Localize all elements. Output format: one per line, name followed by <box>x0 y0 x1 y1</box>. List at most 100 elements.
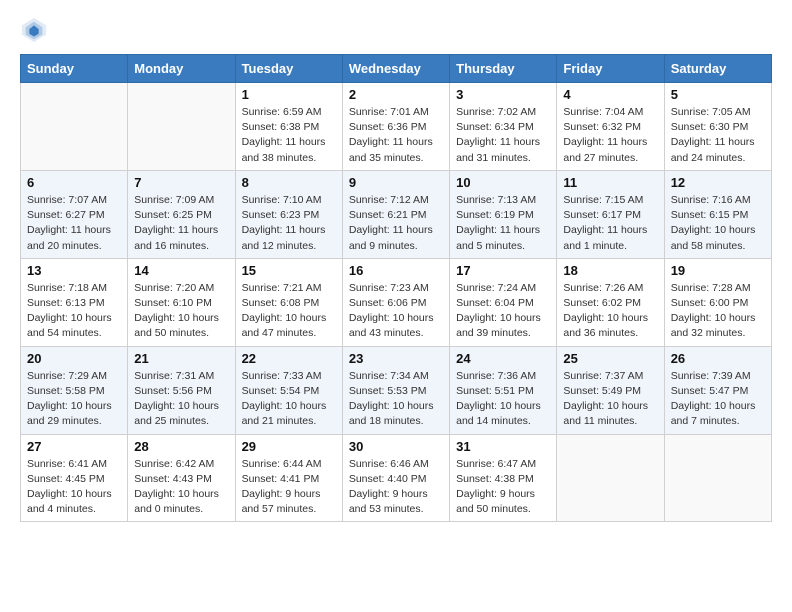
day-number: 18 <box>563 263 657 278</box>
weekday-monday: Monday <box>128 55 235 83</box>
day-info: Sunrise: 7:12 AMSunset: 6:21 PMDaylight:… <box>349 193 443 254</box>
day-info: Sunrise: 7:10 AMSunset: 6:23 PMDaylight:… <box>242 193 336 254</box>
weekday-friday: Friday <box>557 55 664 83</box>
day-number: 14 <box>134 263 228 278</box>
calendar-cell: 18 Sunrise: 7:26 AMSunset: 6:02 PMDayligh… <box>557 258 664 346</box>
day-info: Sunrise: 7:01 AMSunset: 6:36 PMDaylight:… <box>349 105 443 166</box>
week-row-1: 1 Sunrise: 6:59 AMSunset: 6:38 PMDaylight… <box>21 83 772 171</box>
day-info: Sunrise: 7:15 AMSunset: 6:17 PMDaylight:… <box>563 193 657 254</box>
day-number: 3 <box>456 87 550 102</box>
day-number: 19 <box>671 263 765 278</box>
day-number: 7 <box>134 175 228 190</box>
weekday-wednesday: Wednesday <box>342 55 449 83</box>
day-info: Sunrise: 7:28 AMSunset: 6:00 PMDaylight:… <box>671 281 765 342</box>
day-number: 21 <box>134 351 228 366</box>
weekday-thursday: Thursday <box>450 55 557 83</box>
day-info: Sunrise: 7:26 AMSunset: 6:02 PMDaylight:… <box>563 281 657 342</box>
day-number: 31 <box>456 439 550 454</box>
day-info: Sunrise: 6:41 AMSunset: 4:45 PMDaylight:… <box>27 457 121 518</box>
calendar-cell: 31 Sunrise: 6:47 AMSunset: 4:38 PMDayligh… <box>450 434 557 522</box>
day-info: Sunrise: 7:39 AMSunset: 5:47 PMDaylight:… <box>671 369 765 430</box>
day-number: 29 <box>242 439 336 454</box>
calendar-cell: 26 Sunrise: 7:39 AMSunset: 5:47 PMDayligh… <box>664 346 771 434</box>
day-number: 9 <box>349 175 443 190</box>
day-number: 10 <box>456 175 550 190</box>
day-number: 23 <box>349 351 443 366</box>
day-info: Sunrise: 7:09 AMSunset: 6:25 PMDaylight:… <box>134 193 228 254</box>
calendar-cell: 12 Sunrise: 7:16 AMSunset: 6:15 PMDayligh… <box>664 170 771 258</box>
day-info: Sunrise: 7:37 AMSunset: 5:49 PMDaylight:… <box>563 369 657 430</box>
calendar-cell <box>128 83 235 171</box>
day-number: 8 <box>242 175 336 190</box>
day-number: 26 <box>671 351 765 366</box>
calendar-cell: 9 Sunrise: 7:12 AMSunset: 6:21 PMDaylight… <box>342 170 449 258</box>
day-info: Sunrise: 6:42 AMSunset: 4:43 PMDaylight:… <box>134 457 228 518</box>
calendar-cell <box>557 434 664 522</box>
week-row-5: 27 Sunrise: 6:41 AMSunset: 4:45 PMDayligh… <box>21 434 772 522</box>
calendar-cell: 23 Sunrise: 7:34 AMSunset: 5:53 PMDayligh… <box>342 346 449 434</box>
week-row-4: 20 Sunrise: 7:29 AMSunset: 5:58 PMDayligh… <box>21 346 772 434</box>
calendar-cell: 22 Sunrise: 7:33 AMSunset: 5:54 PMDayligh… <box>235 346 342 434</box>
calendar-cell: 7 Sunrise: 7:09 AMSunset: 6:25 PMDaylight… <box>128 170 235 258</box>
calendar-cell: 19 Sunrise: 7:28 AMSunset: 6:00 PMDayligh… <box>664 258 771 346</box>
day-number: 28 <box>134 439 228 454</box>
day-info: Sunrise: 7:23 AMSunset: 6:06 PMDaylight:… <box>349 281 443 342</box>
calendar-cell <box>21 83 128 171</box>
logo-icon <box>20 16 48 44</box>
day-info: Sunrise: 7:21 AMSunset: 6:08 PMDaylight:… <box>242 281 336 342</box>
day-number: 27 <box>27 439 121 454</box>
day-info: Sunrise: 7:02 AMSunset: 6:34 PMDaylight:… <box>456 105 550 166</box>
calendar-cell: 2Sunrise: 7:01 AMSunset: 6:36 PMDaylight… <box>342 83 449 171</box>
day-info: Sunrise: 7:04 AMSunset: 6:32 PMDaylight:… <box>563 105 657 166</box>
calendar-cell: 4 Sunrise: 7:04 AMSunset: 6:32 PMDaylight… <box>557 83 664 171</box>
calendar-cell: 17Sunrise: 7:24 AMSunset: 6:04 PMDayligh… <box>450 258 557 346</box>
day-info: Sunrise: 7:13 AMSunset: 6:19 PMDaylight:… <box>456 193 550 254</box>
calendar-cell: 8 Sunrise: 7:10 AMSunset: 6:23 PMDaylight… <box>235 170 342 258</box>
calendar-cell: 14Sunrise: 7:20 AMSunset: 6:10 PMDayligh… <box>128 258 235 346</box>
day-info: Sunrise: 6:47 AMSunset: 4:38 PMDaylight:… <box>456 457 550 518</box>
day-info: Sunrise: 7:36 AMSunset: 5:51 PMDaylight:… <box>456 369 550 430</box>
calendar-table: SundayMondayTuesdayWednesdayThursdayFrid… <box>20 54 772 522</box>
day-number: 6 <box>27 175 121 190</box>
header <box>20 16 772 44</box>
calendar-cell: 3 Sunrise: 7:02 AMSunset: 6:34 PMDaylight… <box>450 83 557 171</box>
calendar-cell: 6 Sunrise: 7:07 AMSunset: 6:27 PMDaylight… <box>21 170 128 258</box>
day-info: Sunrise: 7:29 AMSunset: 5:58 PMDaylight:… <box>27 369 121 430</box>
calendar-cell: 16Sunrise: 7:23 AMSunset: 6:06 PMDayligh… <box>342 258 449 346</box>
week-row-3: 13Sunrise: 7:18 AMSunset: 6:13 PMDayligh… <box>21 258 772 346</box>
day-number: 30 <box>349 439 443 454</box>
day-number: 22 <box>242 351 336 366</box>
day-number: 20 <box>27 351 121 366</box>
day-info: Sunrise: 7:31 AMSunset: 5:56 PMDaylight:… <box>134 369 228 430</box>
day-info: Sunrise: 7:34 AMSunset: 5:53 PMDaylight:… <box>349 369 443 430</box>
day-number: 1 <box>242 87 336 102</box>
calendar-cell: 27 Sunrise: 6:41 AMSunset: 4:45 PMDayligh… <box>21 434 128 522</box>
weekday-header-row: SundayMondayTuesdayWednesdayThursdayFrid… <box>21 55 772 83</box>
week-row-2: 6 Sunrise: 7:07 AMSunset: 6:27 PMDaylight… <box>21 170 772 258</box>
day-number: 13 <box>27 263 121 278</box>
calendar-cell: 29 Sunrise: 6:44 AMSunset: 4:41 PMDayligh… <box>235 434 342 522</box>
logo <box>20 16 50 44</box>
calendar-body: 1 Sunrise: 6:59 AMSunset: 6:38 PMDaylight… <box>21 83 772 522</box>
day-info: Sunrise: 6:46 AMSunset: 4:40 PMDaylight:… <box>349 457 443 518</box>
day-number: 15 <box>242 263 336 278</box>
day-number: 17 <box>456 263 550 278</box>
calendar-cell: 10 Sunrise: 7:13 AMSunset: 6:19 PMDayligh… <box>450 170 557 258</box>
day-number: 25 <box>563 351 657 366</box>
day-info: Sunrise: 6:59 AMSunset: 6:38 PMDaylight:… <box>242 105 336 166</box>
day-info: Sunrise: 7:33 AMSunset: 5:54 PMDaylight:… <box>242 369 336 430</box>
calendar-cell: 13Sunrise: 7:18 AMSunset: 6:13 PMDayligh… <box>21 258 128 346</box>
day-info: Sunrise: 6:44 AMSunset: 4:41 PMDaylight:… <box>242 457 336 518</box>
calendar-cell <box>664 434 771 522</box>
day-number: 4 <box>563 87 657 102</box>
calendar-cell: 28 Sunrise: 6:42 AMSunset: 4:43 PMDayligh… <box>128 434 235 522</box>
calendar-cell: 20 Sunrise: 7:29 AMSunset: 5:58 PMDayligh… <box>21 346 128 434</box>
day-info: Sunrise: 7:07 AMSunset: 6:27 PMDaylight:… <box>27 193 121 254</box>
calendar-cell: 21 Sunrise: 7:31 AMSunset: 5:56 PMDayligh… <box>128 346 235 434</box>
calendar-cell: 1 Sunrise: 6:59 AMSunset: 6:38 PMDaylight… <box>235 83 342 171</box>
calendar-cell: 25 Sunrise: 7:37 AMSunset: 5:49 PMDayligh… <box>557 346 664 434</box>
day-number: 12 <box>671 175 765 190</box>
weekday-saturday: Saturday <box>664 55 771 83</box>
weekday-sunday: Sunday <box>21 55 128 83</box>
day-info: Sunrise: 7:16 AMSunset: 6:15 PMDaylight:… <box>671 193 765 254</box>
